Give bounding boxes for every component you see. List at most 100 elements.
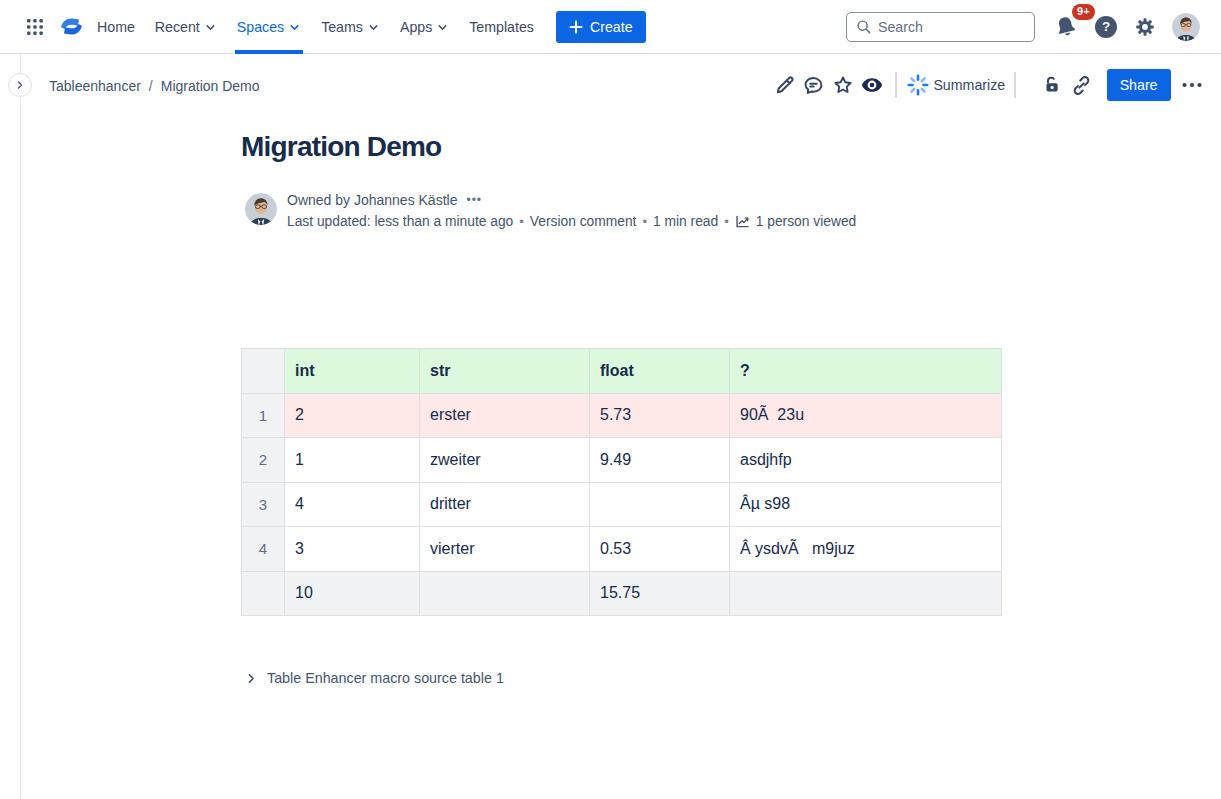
more-actions-button[interactable] <box>1180 73 1204 97</box>
notifications-button[interactable]: 9+ <box>1053 14 1079 40</box>
settings-button[interactable] <box>1133 15 1157 39</box>
plus-icon <box>569 20 583 34</box>
main-nav: Home Recent Spaces Teams Apps Templates <box>87 0 544 53</box>
nav-item-label: Templates <box>469 19 534 35</box>
table-cell: 10 <box>285 571 420 616</box>
app-switcher-icon[interactable] <box>27 19 43 35</box>
chevron-right-icon <box>14 79 26 91</box>
help-button[interactable]: ? <box>1095 16 1117 38</box>
column-header: str <box>420 349 590 394</box>
row-number: 1 <box>242 393 285 438</box>
edit-button[interactable] <box>773 73 797 97</box>
watch-button[interactable] <box>860 73 884 97</box>
meta-item[interactable]: 1 person viewed <box>756 214 856 229</box>
content-table: intstrfloat? 12erster5.7390Ã 23u21zweite… <box>241 348 1002 616</box>
top-navigation: Home Recent Spaces Teams Apps Templates Creat… <box>0 0 1221 54</box>
ellipsis-icon <box>1180 73 1204 97</box>
owner-more-button[interactable]: ••• <box>466 193 482 207</box>
row-number-header <box>242 349 285 394</box>
table-cell: asdjhfp <box>730 438 1002 483</box>
create-button[interactable]: Create <box>556 11 646 43</box>
table-header-row: intstrfloat? <box>242 349 1002 394</box>
user-avatar[interactable] <box>1172 13 1200 41</box>
meta-item: Last updated: less than a minute ago <box>287 214 513 229</box>
table-cell: 3 <box>285 527 420 572</box>
table-cell: 1 <box>285 438 420 483</box>
table-footer-row: 1015.75 <box>242 571 1002 616</box>
meta-separator: • <box>724 214 729 229</box>
nav-item-label: Apps <box>400 19 432 35</box>
search-box[interactable] <box>846 12 1035 42</box>
table-cell <box>420 571 590 616</box>
nav-item-home[interactable]: Home <box>87 0 145 53</box>
row-number <box>242 571 285 616</box>
table-cell: zweiter <box>420 438 590 483</box>
breadcrumb-separator: / <box>149 78 153 94</box>
expand-sidebar-button[interactable] <box>8 73 32 97</box>
table-cell <box>590 482 730 527</box>
summarize-button[interactable]: Summarize <box>906 73 1005 97</box>
share-button[interactable]: Share <box>1107 69 1171 101</box>
table-cell: vierter <box>420 527 590 572</box>
nav-right-group: 9+ ? <box>846 12 1200 42</box>
owner-avatar[interactable] <box>245 193 277 225</box>
link-icon <box>1070 74 1093 97</box>
search-input[interactable] <box>878 19 1008 35</box>
meta-item[interactable]: Version comment <box>530 214 637 229</box>
comment-button[interactable] <box>802 73 826 97</box>
macro-source-expander[interactable]: Table Enhancer macro source table 1 <box>245 670 504 686</box>
divider <box>1014 72 1016 98</box>
help-icon: ? <box>1102 19 1110 34</box>
star-icon <box>832 74 854 96</box>
owned-by-text: Owned by Johannes Kästle <box>287 192 457 208</box>
meta-item: 1 min read <box>653 214 718 229</box>
search-icon <box>855 18 872 35</box>
breadcrumb-item[interactable]: Migration Demo <box>161 78 260 94</box>
confluence-logo[interactable] <box>58 13 85 40</box>
nav-item-label: Recent <box>155 19 200 35</box>
chevron-down-icon <box>204 21 217 34</box>
table-cell: 0.53 <box>590 527 730 572</box>
chevron-down-icon <box>367 21 380 34</box>
comment-icon <box>802 74 825 97</box>
unlock-icon <box>1041 74 1063 96</box>
nav-item-templates[interactable]: Templates <box>459 0 544 53</box>
byline: Owned by Johannes Kästle ••• Last update… <box>245 192 856 229</box>
restrictions-button[interactable] <box>1040 73 1064 97</box>
nav-item-apps[interactable]: Apps <box>390 0 459 53</box>
chevron-down-icon <box>436 21 449 34</box>
table-row: 12erster5.7390Ã 23u <box>242 393 1002 438</box>
table-cell <box>730 571 1002 616</box>
notification-badge: 9+ <box>1072 4 1095 20</box>
table-cell: dritter <box>420 482 590 527</box>
row-number: 3 <box>242 482 285 527</box>
favourite-button[interactable] <box>831 73 855 97</box>
eye-icon <box>860 73 884 97</box>
table-cell: 2 <box>285 393 420 438</box>
copy-link-button[interactable] <box>1069 73 1093 97</box>
column-header: ? <box>730 349 1002 394</box>
nav-item-recent[interactable]: Recent <box>145 0 227 53</box>
table-row: 43vierter0.53Â ysdvÃ m9juz <box>242 527 1002 572</box>
nav-item-teams[interactable]: Teams <box>311 0 390 53</box>
breadcrumb-item[interactable]: Tableenhancer <box>49 78 141 94</box>
nav-item-label: Home <box>97 19 135 35</box>
breadcrumb: Tableenhancer / Migration Demo <box>49 77 260 94</box>
nav-item-spaces[interactable]: Spaces <box>227 0 311 53</box>
expander-label: Table Enhancer macro source table 1 <box>267 670 504 686</box>
table-cell: Â ysdvÃ m9juz <box>730 527 1002 572</box>
share-label: Share <box>1120 77 1158 93</box>
sidebar-divider <box>20 54 21 799</box>
create-button-label: Create <box>590 19 633 35</box>
row-number: 4 <box>242 527 285 572</box>
table-cell: 9.49 <box>590 438 730 483</box>
chevron-right-icon <box>245 672 258 685</box>
chevron-down-icon <box>288 21 301 34</box>
table-cell: Âµ s98 <box>730 482 1002 527</box>
trend-chart-icon <box>735 214 750 229</box>
table-cell: 4 <box>285 482 420 527</box>
nav-item-label: Teams <box>321 19 363 35</box>
nav-item-label: Spaces <box>237 19 284 35</box>
gear-icon <box>1133 15 1157 39</box>
table-row: 34dritter Âµ s98 <box>242 482 1002 527</box>
